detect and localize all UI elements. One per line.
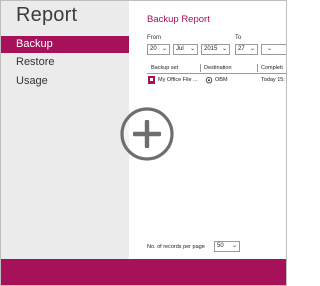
chevron-down-icon: ⌄ xyxy=(189,46,195,52)
page-title: Backup Report xyxy=(147,14,210,25)
destination-cell: OBM xyxy=(215,77,228,83)
records-per-page-value: 50 xyxy=(217,243,224,249)
app-window: Report Backup Restore Usage Backup Repor… xyxy=(0,0,287,286)
sidebar-item-restore[interactable]: Restore xyxy=(1,54,129,71)
sidebar-item-backup[interactable]: Backup xyxy=(1,36,129,53)
from-label: From xyxy=(147,35,161,41)
chevron-down-icon: ⌄ xyxy=(161,46,167,52)
to-day-value: 27 xyxy=(238,46,245,52)
column-divider xyxy=(257,64,258,72)
records-per-page-label: No. of records per page xyxy=(147,244,205,250)
column-header-completion[interactable]: Completi xyxy=(261,63,283,73)
plus-circle-icon[interactable] xyxy=(119,106,175,162)
records-per-page-select[interactable]: 50 ⌄ xyxy=(214,241,240,252)
to-label: To xyxy=(235,35,242,41)
table-header: Backup set Destination Completi xyxy=(147,63,286,74)
from-month-select[interactable]: Jul ⌄ xyxy=(173,44,198,55)
from-year-value: 2015 xyxy=(204,46,218,52)
sidebar-item-usage[interactable]: Usage xyxy=(1,73,129,90)
column-divider xyxy=(200,64,201,72)
column-header-destination[interactable]: Destination xyxy=(204,63,232,73)
app-title: Report xyxy=(16,4,78,26)
footer-bar xyxy=(1,259,286,285)
chevron-down-icon: ⌄ xyxy=(266,46,272,52)
table-row[interactable]: My Office File ... OBM Today 15: xyxy=(147,75,286,85)
to-month-select[interactable]: ⌄ xyxy=(261,44,286,55)
sidebar: Report Backup Restore Usage xyxy=(1,1,129,259)
chevron-down-icon: ⌄ xyxy=(249,46,255,52)
chevron-down-icon: ⌄ xyxy=(221,46,227,52)
to-day-select[interactable]: 27 ⌄ xyxy=(235,44,258,55)
from-year-select[interactable]: 2015 ⌄ xyxy=(201,44,230,55)
from-day-value: 20 xyxy=(150,46,157,52)
document-icon xyxy=(148,76,155,84)
from-day-select[interactable]: 20 ⌄ xyxy=(147,44,170,55)
completion-cell: Today 15: xyxy=(261,77,285,83)
from-month-value: Jul xyxy=(176,46,184,52)
backup-set-cell: My Office File ... xyxy=(158,77,198,83)
column-header-backup-set[interactable]: Backup set xyxy=(151,63,178,73)
destination-icon xyxy=(205,77,213,88)
chevron-down-icon: ⌄ xyxy=(231,243,237,249)
